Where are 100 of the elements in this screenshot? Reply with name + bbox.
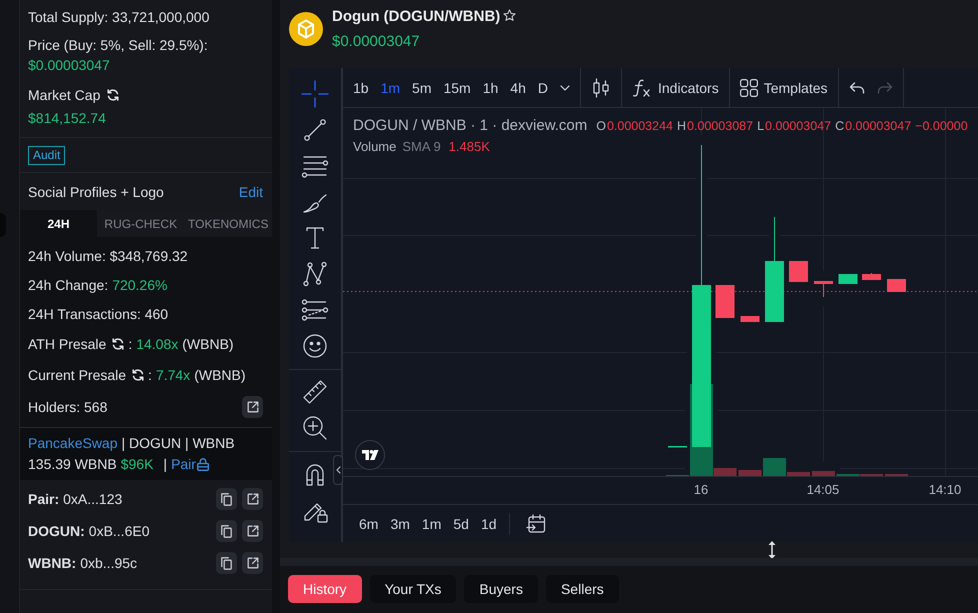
price-change-value: −0.00000 bbox=[915, 118, 968, 135]
copy-button[interactable] bbox=[216, 520, 237, 542]
copy-icon bbox=[221, 556, 232, 570]
price-value: $0.00003047 bbox=[28, 56, 111, 75]
candle bbox=[789, 261, 808, 282]
time-axis-label: 16 bbox=[694, 482, 708, 497]
stat-label: ATH Presale bbox=[28, 336, 106, 352]
chevron-left-icon bbox=[336, 466, 340, 474]
interval-button[interactable]: 1b bbox=[347, 72, 375, 102]
colon-text: : bbox=[148, 366, 152, 382]
refresh-icon[interactable] bbox=[112, 338, 124, 350]
star-icon[interactable] bbox=[503, 9, 516, 22]
audit-badge[interactable]: Audit bbox=[28, 146, 66, 165]
coin-logo-icon bbox=[289, 12, 323, 46]
function-icon bbox=[632, 78, 652, 98]
ruler-icon[interactable] bbox=[301, 378, 329, 406]
interval-button[interactable]: D bbox=[532, 72, 554, 102]
address-label: DOGUN: bbox=[28, 523, 85, 539]
trade-tab[interactable]: History bbox=[288, 575, 362, 603]
stats-tab[interactable]: 24H bbox=[20, 210, 97, 237]
range-button[interactable]: 6m bbox=[353, 508, 384, 538]
ohlc-value: 0.00003047 bbox=[845, 118, 912, 135]
copy-button[interactable] bbox=[216, 552, 237, 574]
range-button[interactable]: 5d bbox=[447, 508, 475, 538]
indicators-button[interactable]: Indicators bbox=[626, 72, 725, 102]
copy-button[interactable] bbox=[216, 488, 237, 510]
smiley-icon[interactable] bbox=[301, 332, 329, 360]
stats-tab[interactable]: RUG-CHECK bbox=[97, 210, 184, 237]
candle bbox=[887, 279, 906, 292]
liquidity-usd: $96K bbox=[120, 455, 154, 474]
ohlc-label: L bbox=[757, 118, 764, 135]
interval-button[interactable]: 1h bbox=[476, 72, 504, 102]
interval-button[interactable]: 1m bbox=[374, 72, 406, 102]
candle bbox=[838, 274, 858, 284]
interval-button[interactable]: 5m bbox=[406, 72, 438, 102]
ohlc-label: C bbox=[835, 118, 844, 135]
pipe-separator: | bbox=[163, 455, 168, 474]
market-cap-label: Market Cap bbox=[28, 87, 100, 103]
crosshair-icon[interactable] bbox=[301, 80, 329, 108]
range-button[interactable]: 1d bbox=[474, 508, 503, 538]
copy-icon bbox=[221, 524, 232, 538]
stat-value: 7.74x bbox=[156, 366, 190, 382]
stat-text: 24H Transactions: 460 bbox=[28, 306, 168, 322]
stat-label: Current Presale bbox=[28, 366, 126, 382]
dex-link[interactable]: PancakeSwap bbox=[28, 433, 118, 454]
liquidity-text: 135.39 WBNB bbox=[28, 455, 117, 474]
collapse-handle[interactable] bbox=[333, 455, 343, 485]
volume-bar bbox=[812, 471, 835, 476]
ohlc-label: H bbox=[677, 118, 686, 135]
section-title: Social Profiles + Logo bbox=[28, 184, 164, 200]
volume-label: Volume bbox=[353, 138, 396, 156]
stat-value: 14.08x bbox=[136, 336, 178, 352]
stat-text: Holders: 568 bbox=[28, 399, 108, 415]
candle bbox=[740, 316, 760, 322]
candles-icon[interactable] bbox=[593, 78, 609, 98]
indicator-params: SMA 9 bbox=[402, 138, 441, 156]
volume-bar bbox=[738, 470, 762, 476]
ohlc-value: 0.00003244 bbox=[606, 118, 673, 135]
address-label: Pair: bbox=[28, 491, 60, 507]
range-button[interactable]: 3m bbox=[384, 508, 416, 538]
open-link-button[interactable] bbox=[242, 488, 263, 510]
colon-text: : bbox=[128, 336, 132, 352]
templates-button[interactable]: Templates bbox=[734, 72, 834, 102]
stat-unit: (WBNB) bbox=[194, 366, 246, 382]
interval-button[interactable]: 15m bbox=[437, 72, 477, 102]
zoom-in-icon[interactable] bbox=[301, 414, 329, 442]
open-link-button[interactable] bbox=[242, 552, 263, 574]
stat-value: 720.26% bbox=[112, 276, 168, 292]
open-link-button[interactable] bbox=[242, 520, 263, 542]
external-link-icon bbox=[246, 401, 258, 413]
undo-icon[interactable] bbox=[848, 82, 865, 94]
address-value: 0xb...95c bbox=[80, 555, 138, 571]
address-label: WBNB: bbox=[28, 555, 76, 571]
open-link-button[interactable] bbox=[242, 396, 263, 418]
volume-value: 1.485K bbox=[448, 138, 490, 156]
trade-tab[interactable]: Sellers bbox=[546, 575, 619, 603]
stat-text: 24h Volume: $348,769.32 bbox=[28, 248, 188, 264]
token-title: Dogun (DOGUN/WBNB) bbox=[332, 7, 500, 27]
price-label: Price (Buy: 5%, Sell: 29.5%): bbox=[28, 36, 209, 55]
candle bbox=[862, 272, 881, 280]
calendar-icon[interactable] bbox=[526, 514, 546, 534]
trade-tab[interactable]: Buyers bbox=[464, 575, 538, 603]
ohlc-value: 0.00003047 bbox=[765, 118, 832, 135]
interval-button[interactable]: 4h bbox=[504, 72, 532, 102]
refresh-icon[interactable] bbox=[132, 368, 144, 380]
resize-handle-icon[interactable] bbox=[768, 541, 776, 559]
stat-label: 24h Change: bbox=[28, 276, 108, 292]
pattern-icon[interactable] bbox=[301, 260, 329, 288]
pair-link[interactable]: Pair bbox=[171, 454, 209, 475]
refresh-icon[interactable] bbox=[107, 89, 120, 101]
candle bbox=[814, 280, 833, 298]
edit-link[interactable]: Edit bbox=[238, 184, 263, 200]
total-supply-text: Total Supply: 33,721,000,000 bbox=[28, 8, 210, 27]
grid-icon bbox=[740, 78, 758, 96]
stats-tab[interactable]: TOKENOMICS bbox=[184, 210, 272, 237]
chevron-down-icon[interactable] bbox=[560, 84, 570, 90]
external-link-icon bbox=[246, 493, 258, 505]
external-link-icon bbox=[246, 557, 258, 569]
range-button[interactable]: 1m bbox=[416, 508, 448, 538]
trade-tab[interactable]: Your TXs bbox=[370, 575, 456, 603]
